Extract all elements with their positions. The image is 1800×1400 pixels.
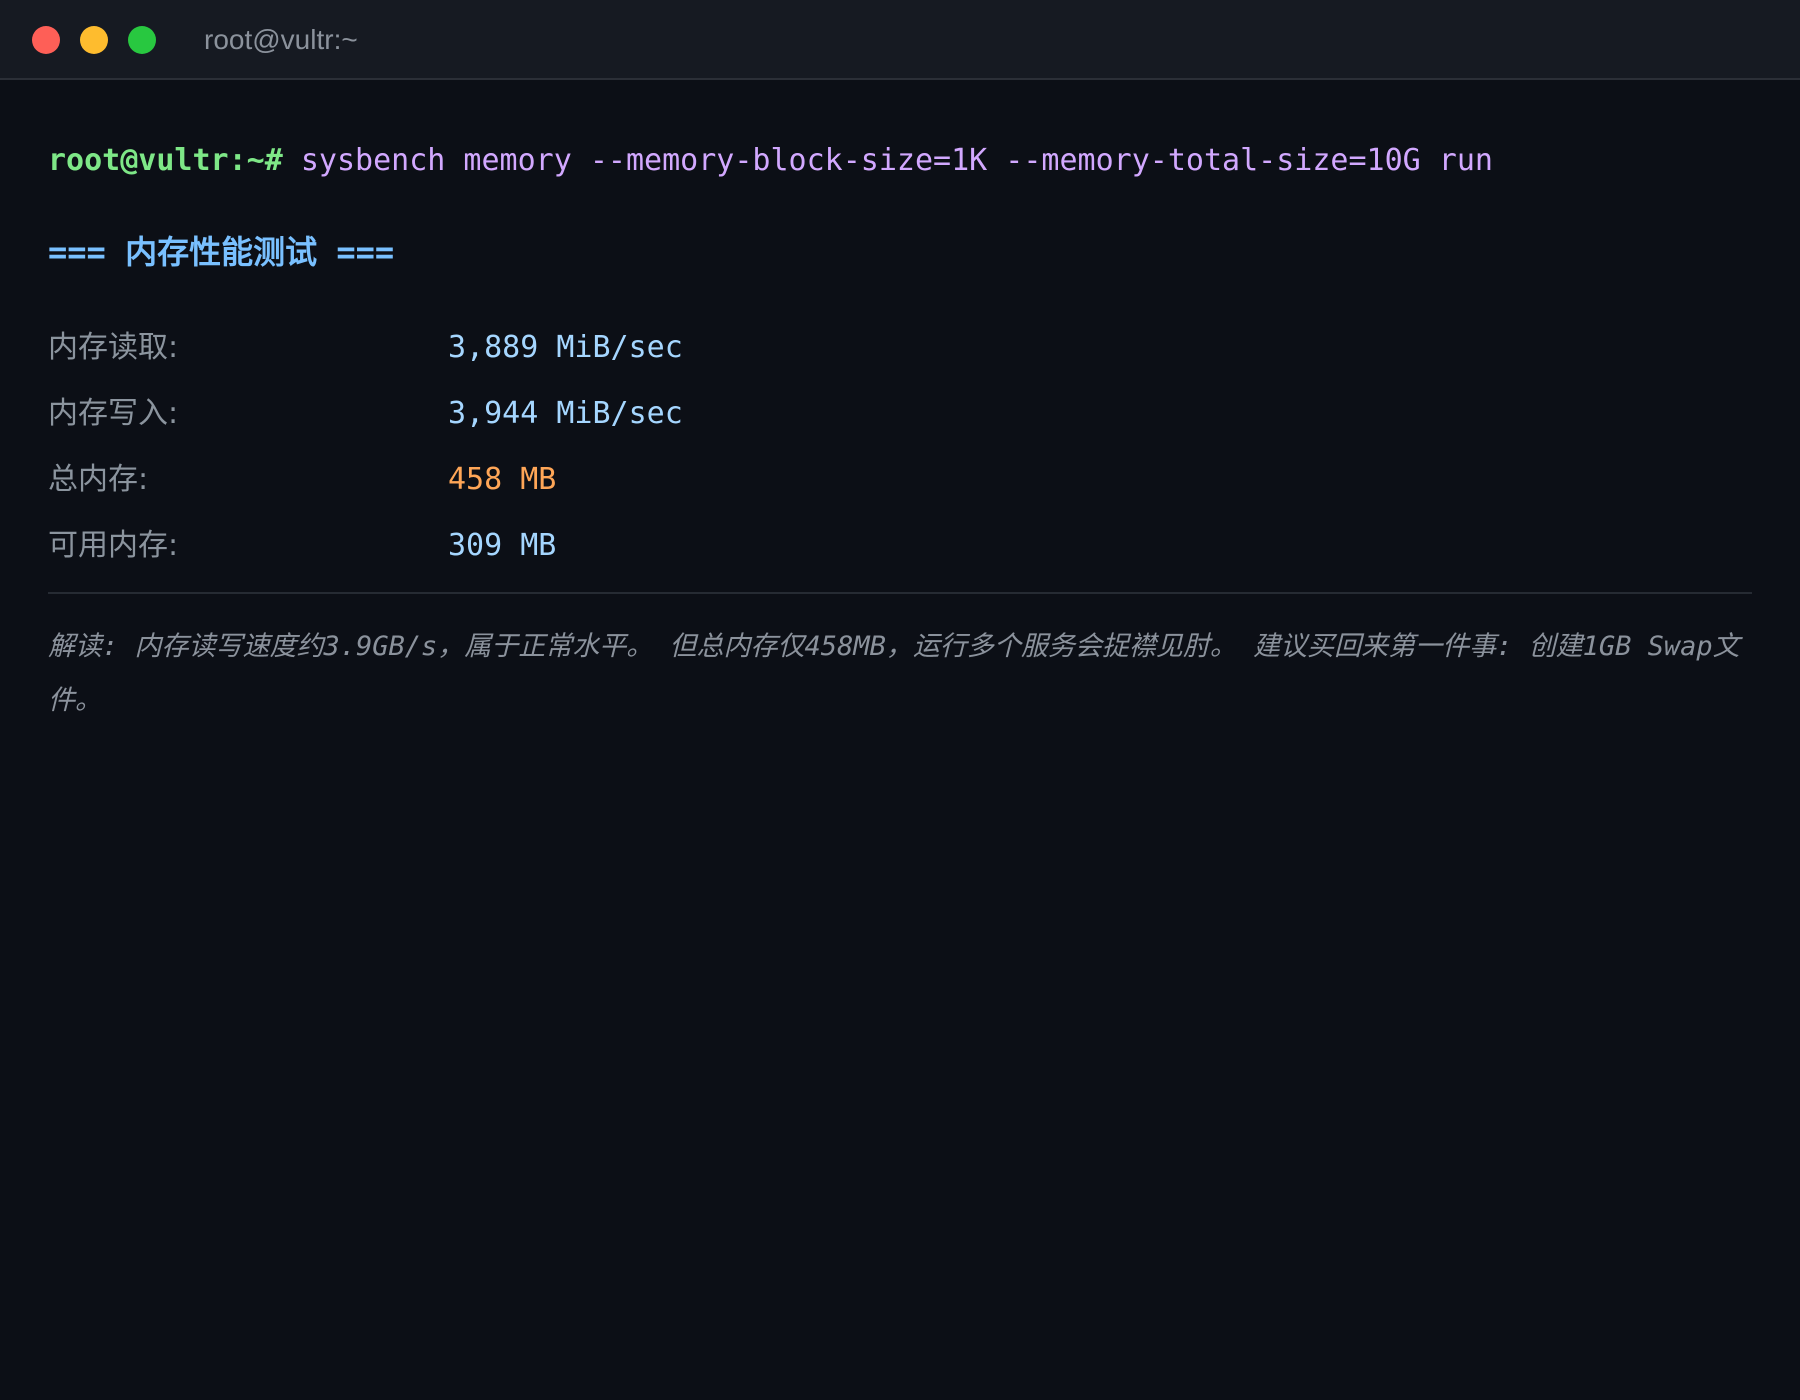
stat-value: 309 MB (448, 528, 557, 563)
stat-value: 3,944 MiB/sec (448, 396, 683, 431)
command-line: root@vultr:~# sysbench memory --memory-b… (48, 140, 1493, 182)
interpretation-note: 解读: 内存读写速度约3.9GB/s，属于正常水平。 但总内存仅458MB，运行… (48, 631, 1740, 716)
stat-value: 3,889 MiB/sec (448, 330, 683, 365)
stat-label: 内存写入: (48, 396, 179, 431)
window-title: root@vultr:~ (204, 24, 358, 55)
shell-prompt: root@vultr:~# (48, 143, 283, 178)
terminal-window: root@vultr:~ root@vultr:~# sysbench memo… (0, 0, 1800, 1400)
stat-label: 内存读取: (48, 330, 179, 365)
command-text: sysbench memory --memory-block-size=1K -… (300, 143, 1493, 178)
close-window-button[interactable] (32, 26, 60, 54)
stat-label: 总内存: (48, 462, 149, 497)
title-bar: root@vultr:~ (0, 0, 1800, 80)
stat-label: 可用内存: (48, 528, 179, 563)
section-heading: === 内存性能测试 === (48, 233, 395, 271)
maximize-window-button[interactable] (128, 26, 156, 54)
minimize-window-button[interactable] (80, 26, 108, 54)
divider (48, 592, 1752, 594)
stat-value: 458 MB (448, 462, 557, 497)
